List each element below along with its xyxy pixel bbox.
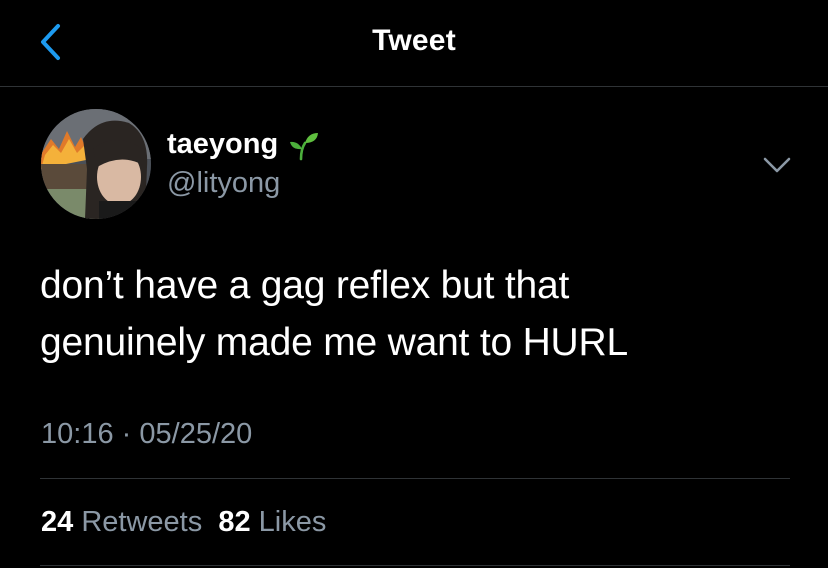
tweet-text: don’t have a gag reflex but that genuine… — [40, 257, 800, 371]
more-options-button[interactable] — [760, 148, 794, 182]
likes-label: Likes — [258, 506, 327, 538]
seedling-icon — [290, 132, 319, 160]
avatar[interactable] — [41, 109, 151, 219]
retweets-count: 24 — [41, 506, 74, 538]
divider — [40, 565, 790, 566]
tweet-text-line: genuinely made me want to HURL — [40, 321, 628, 364]
likes-count: 82 — [218, 506, 251, 538]
tweet-timestamp: 10:16 · 05/25/20 — [41, 418, 252, 451]
top-navigation-bar: Tweet — [0, 0, 828, 87]
author-name-row[interactable]: taeyong — [167, 128, 320, 161]
retweets-stat[interactable]: 24 Retweets — [41, 506, 202, 538]
tweet-text-line: don’t have a gag reflex but that — [40, 264, 570, 307]
page-title: Tweet — [372, 24, 456, 57]
retweets-label: Retweets — [81, 506, 203, 538]
tweet-date: 05/25/20 — [139, 418, 253, 450]
author-handle[interactable]: @lityong — [167, 167, 280, 200]
likes-stat[interactable]: 82 Likes — [218, 506, 326, 538]
tweet-stats: 24 Retweets 82 Likes — [41, 506, 326, 539]
tweet-time: 10:16 — [41, 418, 114, 450]
chevron-down-icon — [763, 157, 791, 173]
divider — [40, 478, 790, 479]
timestamp-separator: · — [121, 418, 132, 450]
author-display-name[interactable]: taeyong — [167, 128, 278, 161]
avatar-photo — [41, 109, 151, 219]
